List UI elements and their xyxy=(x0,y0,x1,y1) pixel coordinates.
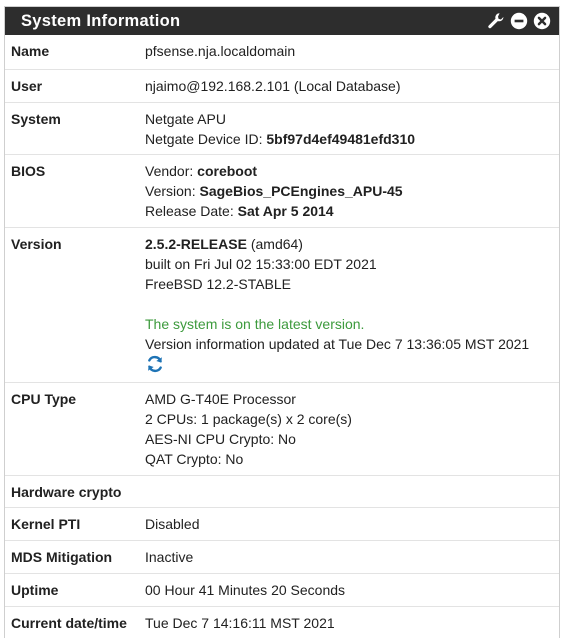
cpu-label: CPU Type xyxy=(11,391,77,407)
device-id-prefix: Netgate Device ID: xyxy=(145,131,267,147)
version-release-line: 2.5.2-RELEASE (amd64) xyxy=(145,234,529,254)
system-model: Netgate APU xyxy=(145,111,226,127)
minus-circle-icon[interactable] xyxy=(510,12,528,30)
version-arch: (amd64) xyxy=(246,236,303,252)
bios-label: BIOS xyxy=(11,163,46,179)
kernel-pti-label: Kernel PTI xyxy=(11,516,81,532)
bios-vendor-line: Vendor: coreboot xyxy=(145,161,403,181)
cpu-qat: QAT Crypto: No xyxy=(145,451,244,467)
cpu-aesni: AES-NI CPU Crypto: No xyxy=(145,431,296,447)
name-label: Name xyxy=(11,43,50,59)
row-uptime: Uptime 00 Hour 41 Minutes 20 Seconds xyxy=(5,573,559,606)
uptime-value: 00 Hour 41 Minutes 20 Seconds xyxy=(145,582,346,598)
bios-release-prefix: Release Date: xyxy=(145,203,238,219)
refresh-icon[interactable] xyxy=(145,354,165,374)
widget-title: System Information xyxy=(21,11,181,30)
system-information-widget: System Information Name pfsense.nja.loca… xyxy=(4,6,560,638)
row-current-datetime: Current date/time Tue Dec 7 14:16:11 MST… xyxy=(5,606,559,639)
row-version: Version 2.5.2-RELEASE (amd64) built on F… xyxy=(5,227,559,382)
bios-release-line: Release Date: Sat Apr 5 2014 xyxy=(145,201,403,221)
version-spacer xyxy=(145,294,529,314)
system-value: Netgate APU Netgate Device ID: 5bf97d4ef… xyxy=(139,103,415,154)
row-kernel-pti: Kernel PTI Disabled xyxy=(5,507,559,540)
version-freebsd: FreeBSD 12.2-STABLE xyxy=(145,276,292,292)
version-value: 2.5.2-RELEASE (amd64) built on Fri Jul 0… xyxy=(139,228,529,382)
version-updated: Version information updated at Tue Dec 7… xyxy=(145,336,530,352)
version-label: Version xyxy=(11,236,62,252)
device-id-line: Netgate Device ID: 5bf97d4ef49481efd310 xyxy=(145,129,415,149)
row-mds-mitigation: MDS Mitigation Inactive xyxy=(5,540,559,573)
bios-version-line: Version: SageBios_PCEngines_APU-45 xyxy=(145,181,403,201)
cpu-model: AMD G-T40E Processor xyxy=(145,391,296,407)
system-label: System xyxy=(11,111,61,127)
row-cpu-type: CPU Type AMD G-T40E Processor 2 CPUs: 1 … xyxy=(5,382,559,475)
uptime-label: Uptime xyxy=(11,582,59,598)
cpu-count: 2 CPUs: 1 package(s) x 2 core(s) xyxy=(145,411,352,427)
widget-controls xyxy=(487,12,551,30)
cpu-value: AMD G-T40E Processor 2 CPUs: 1 package(s… xyxy=(139,383,352,475)
mds-value: Inactive xyxy=(145,549,194,565)
kernel-pti-value: Disabled xyxy=(145,516,200,532)
device-id: 5bf97d4ef49481efd310 xyxy=(266,131,416,147)
row-hardware-crypto: Hardware crypto xyxy=(5,475,559,507)
row-name: Name pfsense.nja.localdomain xyxy=(5,35,559,69)
widget-header: System Information xyxy=(5,7,559,35)
user-text: njaimo@192.168.2.101 (Local Database) xyxy=(145,78,401,94)
datetime-label: Current date/time xyxy=(11,615,127,631)
row-bios: BIOS Vendor: coreboot Version: SageBios_… xyxy=(5,154,559,227)
hw-crypto-label: Hardware crypto xyxy=(11,484,122,500)
row-system: System Netgate APU Netgate Device ID: 5b… xyxy=(5,102,559,154)
row-user: User njaimo@192.168.2.101 (Local Databas… xyxy=(5,69,559,102)
bios-release-date: Sat Apr 5 2014 xyxy=(237,203,334,219)
wrench-icon[interactable] xyxy=(487,12,505,30)
name-value: pfsense.nja.localdomain xyxy=(139,35,295,69)
bios-version: SageBios_PCEngines_APU-45 xyxy=(199,183,403,199)
version-built: built on Fri Jul 02 15:33:00 EDT 2021 xyxy=(145,256,377,272)
version-release: 2.5.2-RELEASE xyxy=(145,236,247,252)
bios-value: Vendor: coreboot Version: SageBios_PCEng… xyxy=(139,155,403,227)
user-value: njaimo@192.168.2.101 (Local Database) xyxy=(139,70,401,102)
bios-vendor: coreboot xyxy=(197,163,258,179)
bios-version-prefix: Version: xyxy=(145,183,200,199)
hw-crypto-value xyxy=(139,476,145,507)
version-status: The system is on the latest version. xyxy=(145,316,365,332)
user-label: User xyxy=(11,78,43,94)
times-circle-icon[interactable] xyxy=(533,12,551,30)
bios-vendor-prefix: Vendor: xyxy=(145,163,198,179)
datetime-value: Tue Dec 7 14:16:11 MST 2021 xyxy=(145,615,335,631)
hostname-text: pfsense.nja.localdomain xyxy=(145,43,296,59)
mds-label: MDS Mitigation xyxy=(11,549,113,565)
